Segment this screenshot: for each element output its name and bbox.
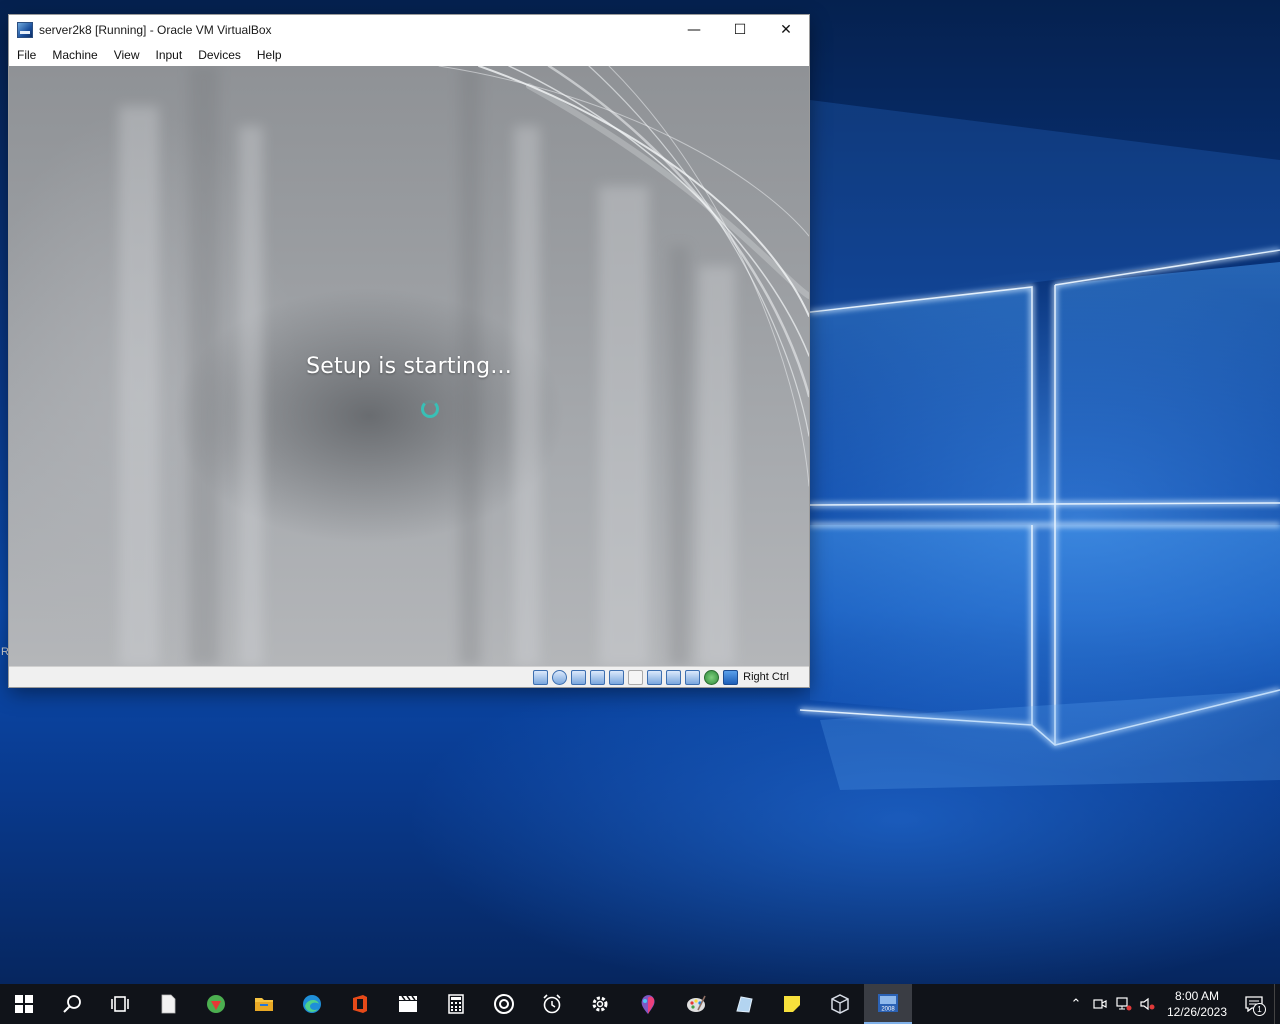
virtualbox-vm-icon: [17, 21, 33, 38]
network-status-icon[interactable]: [1112, 984, 1136, 1024]
maximize-button[interactable]: ☐: [717, 15, 763, 44]
host-key-label: Right Ctrl: [743, 671, 789, 683]
audio-icon[interactable]: [571, 669, 587, 685]
taskbar-app-settings[interactable]: [576, 984, 624, 1024]
menu-file[interactable]: File: [9, 44, 44, 66]
virtualbox-cube-icon: [831, 994, 849, 1014]
windows-logo-icon: [15, 995, 33, 1013]
clock-time: 8:00 AM: [1174, 989, 1220, 1003]
window-title: server2k8 [Running] - Oracle VM VirtualB…: [39, 22, 272, 37]
task-view-icon: [111, 996, 129, 1012]
title-bar[interactable]: server2k8 [Running] - Oracle VM VirtualB…: [9, 15, 809, 44]
display-icon[interactable]: [647, 669, 663, 685]
taskbar-app-snip[interactable]: [720, 984, 768, 1024]
menu-machine[interactable]: Machine: [44, 44, 105, 66]
taskbar-app-office[interactable]: [336, 984, 384, 1024]
taskbar: 2008 ⌃ 8:00 AM 12/26/2023 1: [0, 984, 1280, 1024]
edge-icon: [303, 995, 321, 1013]
taskbar-app-alarms[interactable]: [528, 984, 576, 1024]
desktop-icon-label-partial: R: [1, 646, 9, 658]
clock-date: 12/26/2023: [1166, 1005, 1228, 1019]
taskbar-app-groove[interactable]: [480, 984, 528, 1024]
calculator-icon: [448, 994, 464, 1014]
taskbar-app-virtualbox[interactable]: [816, 984, 864, 1024]
alarm-clock-icon: [543, 994, 561, 1014]
mouse-integration-icon[interactable]: [704, 669, 720, 685]
menu-devices[interactable]: Devices: [190, 44, 249, 66]
usb-icon[interactable]: [609, 669, 625, 685]
virtualbox-window[interactable]: server2k8 [Running] - Oracle VM VirtualB…: [9, 15, 809, 687]
paint-drop-icon: [641, 995, 655, 1014]
menu-input[interactable]: Input: [148, 44, 191, 66]
taskbar-app-sticky-notes[interactable]: [768, 984, 816, 1024]
blank-document-icon: [161, 994, 176, 1014]
loading-spinner-icon: [421, 400, 439, 418]
system-tray: ⌃ 8:00 AM 12/26/2023 1: [1064, 984, 1280, 1024]
search-button[interactable]: [48, 984, 96, 1024]
server-2008-icon: 2008: [878, 994, 898, 1013]
taskbar-app-paint[interactable]: [672, 984, 720, 1024]
taskbar-app-server2k8-vm[interactable]: 2008: [864, 984, 912, 1024]
show-desktop-button[interactable]: [1274, 984, 1280, 1024]
minimize-button[interactable]: —: [671, 15, 717, 44]
vm-display[interactable]: Setup is starting...: [9, 66, 809, 666]
taskbar-app-gem[interactable]: [192, 984, 240, 1024]
snip-icon: [736, 996, 753, 1013]
task-view-button[interactable]: [96, 984, 144, 1024]
gem-icon: [207, 995, 225, 1013]
menu-bar: File Machine View Input Devices Help: [9, 44, 809, 66]
system-clock[interactable]: 8:00 AM 12/26/2023: [1160, 988, 1234, 1020]
vm-icon-label: 2008: [881, 1007, 895, 1013]
taskbar-app-edge[interactable]: [288, 984, 336, 1024]
taskbar-app-file-explorer[interactable]: [240, 984, 288, 1024]
volume-muted-icon[interactable]: [1136, 984, 1160, 1024]
sticky-note-icon: [784, 996, 800, 1012]
show-hidden-icons-chevron-icon[interactable]: ⌃: [1064, 984, 1088, 1024]
office-icon: [353, 995, 367, 1013]
vt-x-icon[interactable]: [685, 669, 701, 685]
palette-icon: [687, 995, 706, 1012]
optical-drive-icon[interactable]: [552, 669, 568, 685]
recording-icon[interactable]: [666, 669, 682, 685]
setup-status-message: Setup is starting...: [306, 354, 512, 379]
taskbar-app-movies[interactable]: [384, 984, 432, 1024]
taskbar-app-calculator[interactable]: [432, 984, 480, 1024]
disc-icon: [494, 994, 514, 1014]
notification-count-badge: 1: [1253, 1003, 1266, 1016]
network-icon[interactable]: [590, 669, 606, 685]
shared-folders-icon[interactable]: [628, 669, 644, 685]
window-controls: — ☐ ✕: [671, 15, 809, 44]
meet-now-icon[interactable]: [1088, 984, 1112, 1024]
folder-icon: [255, 998, 273, 1011]
keyboard-capture-icon[interactable]: [723, 669, 739, 685]
menu-help[interactable]: Help: [249, 44, 290, 66]
taskbar-app-paint3d[interactable]: [624, 984, 672, 1024]
menu-view[interactable]: View: [106, 44, 148, 66]
clapperboard-icon: [399, 995, 417, 1012]
action-center-button[interactable]: 1: [1234, 984, 1274, 1024]
close-button[interactable]: ✕: [763, 15, 809, 44]
hard-disk-icon[interactable]: [533, 669, 549, 685]
vm-status-bar: Right Ctrl: [9, 666, 809, 687]
taskbar-app-notepad[interactable]: [144, 984, 192, 1024]
gear-icon: [592, 996, 608, 1012]
start-button[interactable]: [0, 984, 48, 1024]
search-icon: [63, 995, 81, 1013]
